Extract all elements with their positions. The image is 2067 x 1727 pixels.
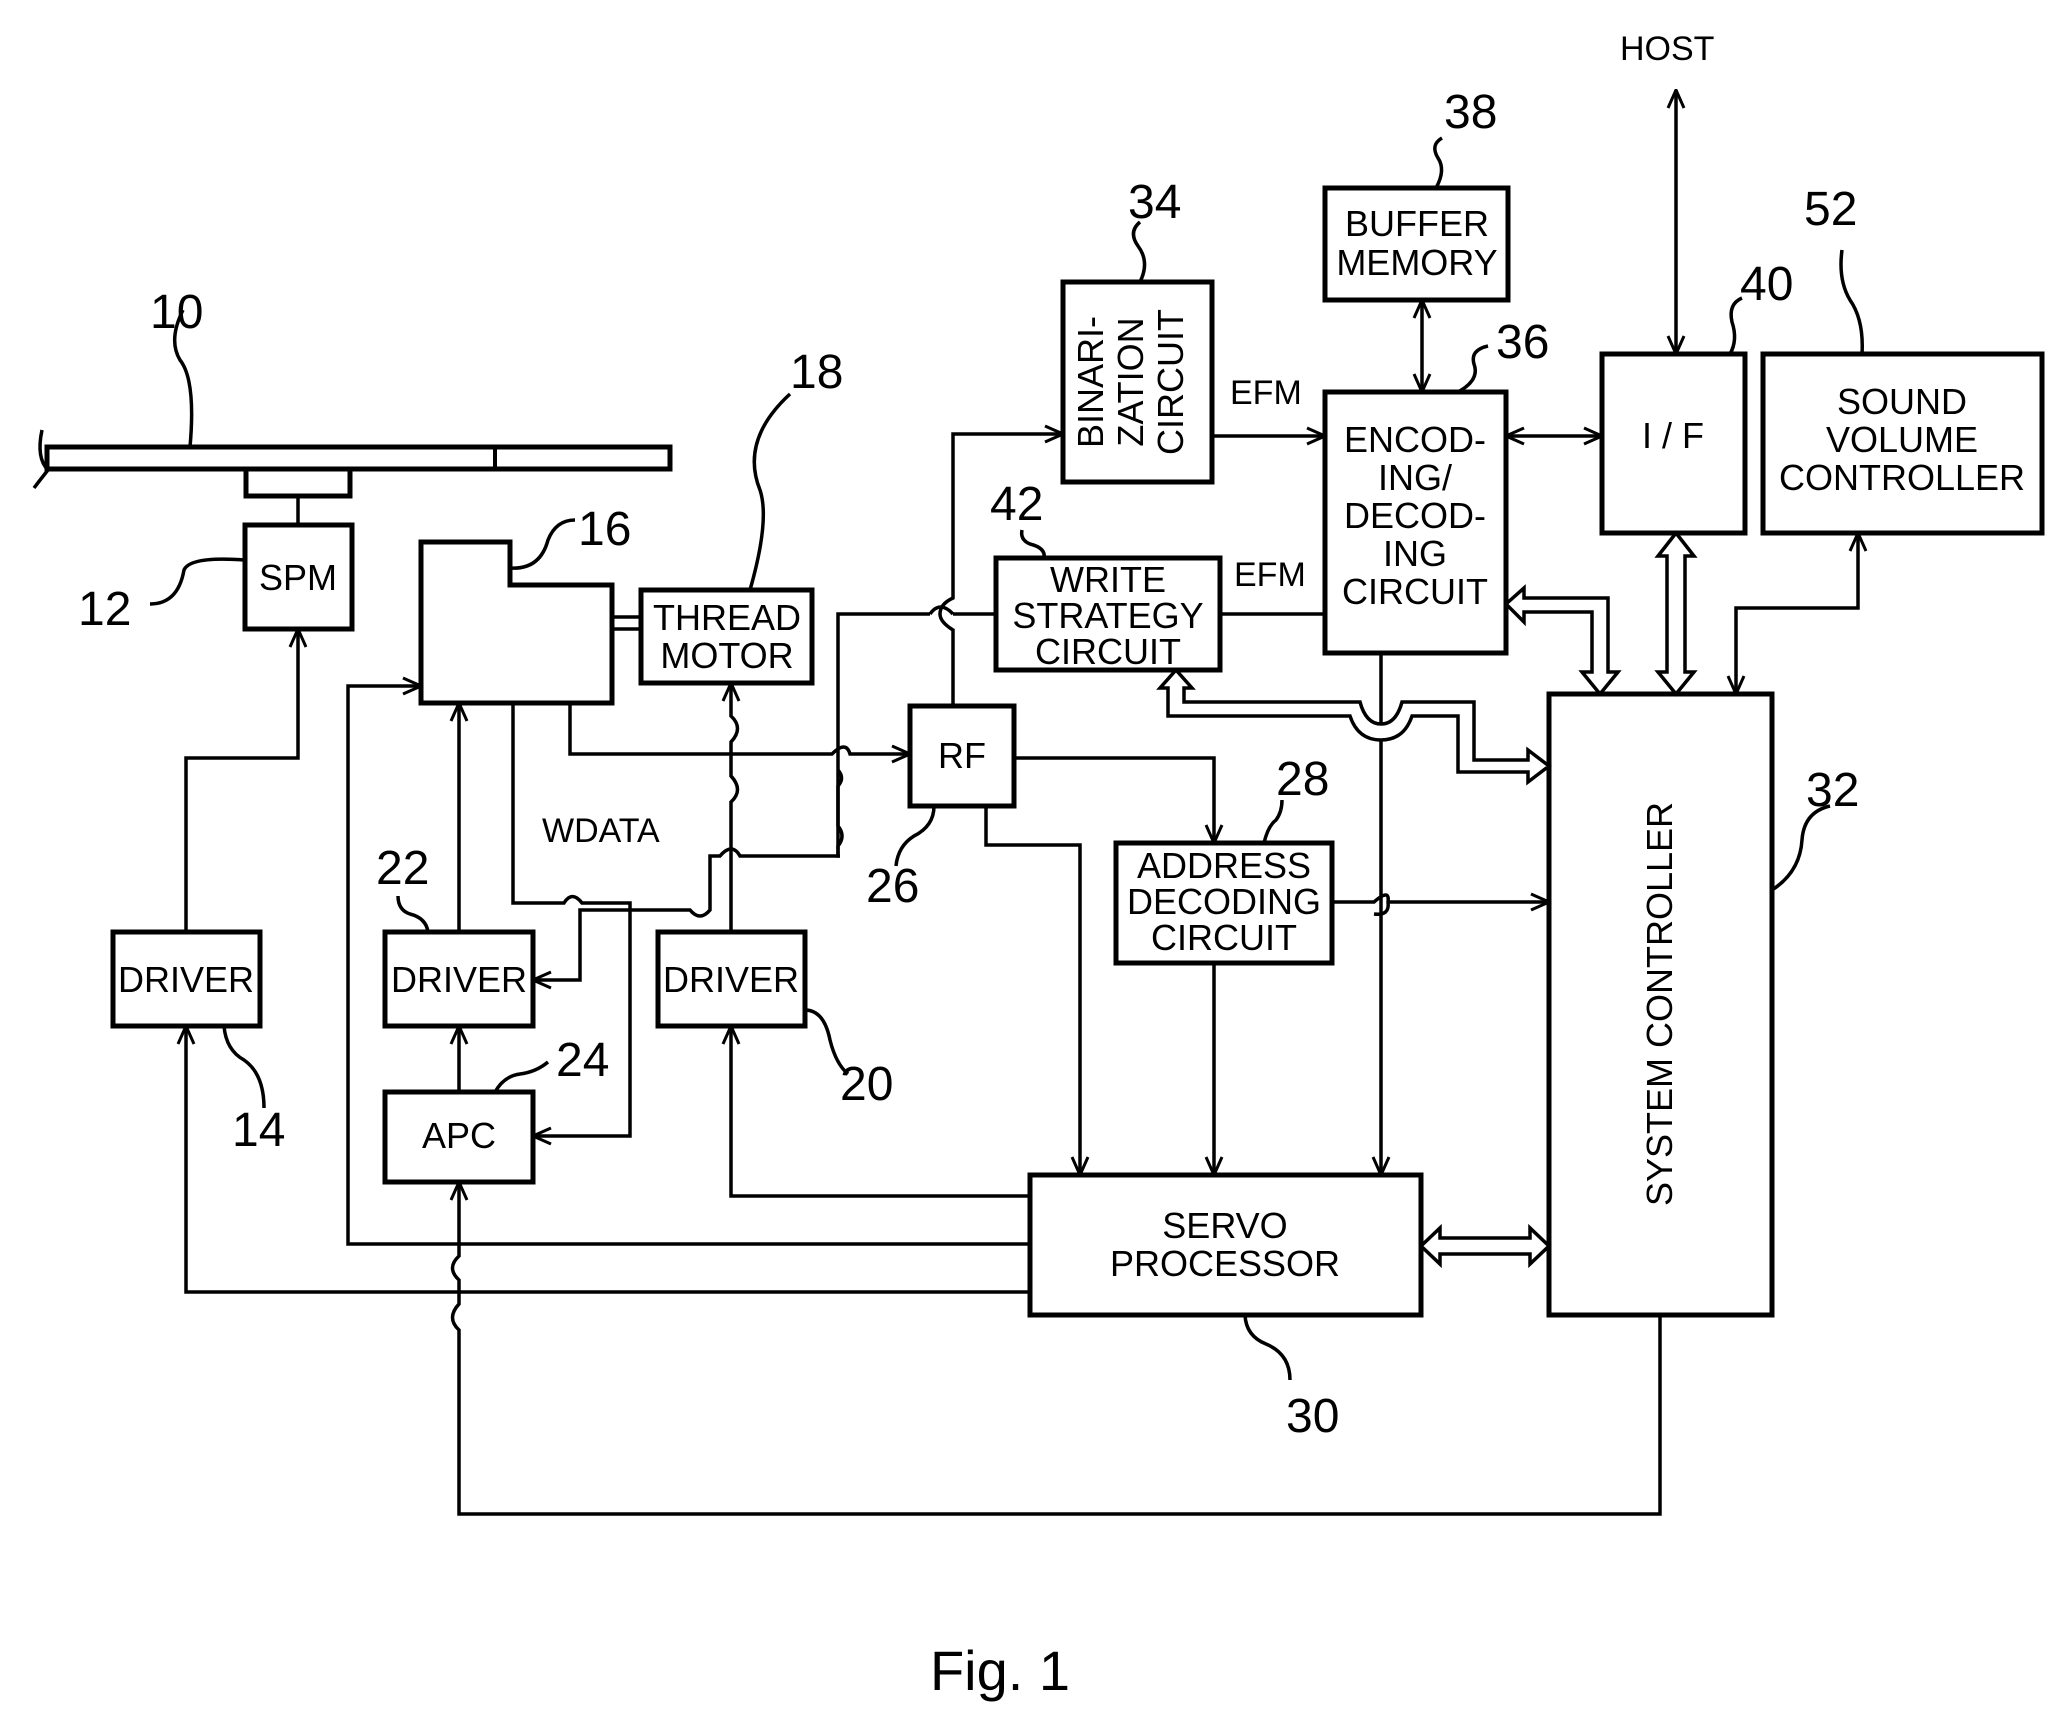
rf-label: RF (938, 735, 986, 776)
host-label: HOST (1620, 30, 1714, 68)
leader-26 (894, 805, 936, 867)
ref-28: 28 (1276, 753, 1329, 806)
ref-20: 20 (840, 1058, 893, 1111)
ref-22: 22 (376, 842, 429, 895)
sound-volume-label-3: CONTROLLER (1779, 457, 2025, 498)
interface-label: I / F (1642, 415, 1704, 456)
spm-driver-label: DRIVER (118, 959, 254, 1000)
leader-38 (1433, 136, 1444, 189)
bus-if-syscon (1654, 530, 1698, 697)
servo-label-1: SERVO (1162, 1205, 1287, 1246)
spm-label: SPM (259, 557, 337, 598)
sound-volume-label-1: SOUND (1837, 381, 1967, 422)
ref-24: 24 (556, 1034, 609, 1087)
system-controller-label: SYSTEM CONTROLLER (1639, 802, 1680, 1206)
encdec-label-1: ENCOD- (1344, 419, 1486, 460)
ref-30: 30 (1286, 1390, 1339, 1443)
address-label-1: ADDRESS (1137, 845, 1311, 886)
ref-26: 26 (866, 860, 919, 913)
leader-52 (1839, 249, 1864, 355)
efm-write-label: EFM (1234, 556, 1306, 594)
address-label-3: CIRCUIT (1151, 917, 1297, 958)
leader-32 (1771, 804, 1831, 892)
binarization-label-3: CIRCUIT (1150, 309, 1191, 455)
laser-driver-label: DRIVER (391, 959, 527, 1000)
encdec-label-5: CIRCUIT (1342, 571, 1488, 612)
ref-52: 52 (1804, 183, 1857, 236)
optical-disc (32, 429, 673, 525)
diagram-canvas: 10 SPM 12 16 THREAD MOTOR 18 BINARI- ZAT… (32, 30, 2045, 1702)
leader-22 (396, 895, 430, 933)
optical-pickup-block (418, 539, 615, 706)
leader-28 (1262, 799, 1284, 844)
ref-40: 40 (1740, 258, 1793, 311)
figure-caption: Fig. 1 (930, 1639, 1070, 1702)
leader-16 (509, 518, 576, 570)
apc-label: APC (422, 1115, 496, 1156)
ref-14: 14 (232, 1104, 285, 1157)
leader-42 (1019, 529, 1046, 559)
write-strategy-label-1: WRITE (1050, 559, 1166, 600)
encdec-label-4: ING (1383, 533, 1447, 574)
write-strategy-label-3: CIRCUIT (1035, 631, 1181, 672)
leader-14 (222, 1025, 266, 1109)
turntable-hub (243, 466, 353, 499)
leader-30 (1243, 1314, 1292, 1381)
block-diagram-figure: 10 SPM 12 16 THREAD MOTOR 18 BINARI- ZAT… (0, 0, 2067, 1727)
bus-encdec-syscon (1503, 584, 1622, 697)
binarization-label-2: ZATION (1110, 317, 1151, 446)
leader-12 (149, 557, 246, 606)
write-strategy-label-2: STRATEGY (1012, 595, 1203, 636)
buffer-memory-label-1: BUFFER (1345, 203, 1489, 244)
ref-16: 16 (578, 503, 631, 556)
bus-servo-syscon (1418, 1223, 1552, 1269)
leader-24 (493, 1060, 550, 1093)
leader-18 (748, 392, 792, 591)
leader-36 (1457, 344, 1489, 394)
thread-driver-label: DRIVER (663, 959, 799, 1000)
ref-38: 38 (1444, 86, 1497, 139)
binarization-label-1: BINARI- (1070, 316, 1111, 448)
thread-motor-label-2: MOTOR (660, 635, 793, 676)
encdec-label-3: DECOD- (1344, 495, 1486, 536)
leader-34 (1131, 220, 1147, 283)
sound-volume-label-2: VOLUME (1826, 419, 1978, 460)
thread-motor-label-1: THREAD (653, 597, 801, 638)
buffer-memory-label-2: MEMORY (1336, 242, 1497, 283)
ref-32: 32 (1806, 764, 1859, 817)
ref-12: 12 (78, 583, 131, 636)
ref-42: 42 (990, 478, 1043, 531)
ref-18: 18 (790, 346, 843, 399)
ref-34: 34 (1128, 176, 1181, 229)
encdec-label-2: ING/ (1378, 457, 1452, 498)
servo-label-2: PROCESSOR (1110, 1243, 1340, 1284)
wdata-label: WDATA (542, 812, 660, 850)
bus-wstrat-syscon (1156, 667, 1552, 786)
ref-10: 10 (150, 286, 203, 339)
efm-read-label: EFM (1230, 374, 1302, 412)
ref-36: 36 (1496, 316, 1549, 369)
address-label-2: DECODING (1127, 881, 1321, 922)
